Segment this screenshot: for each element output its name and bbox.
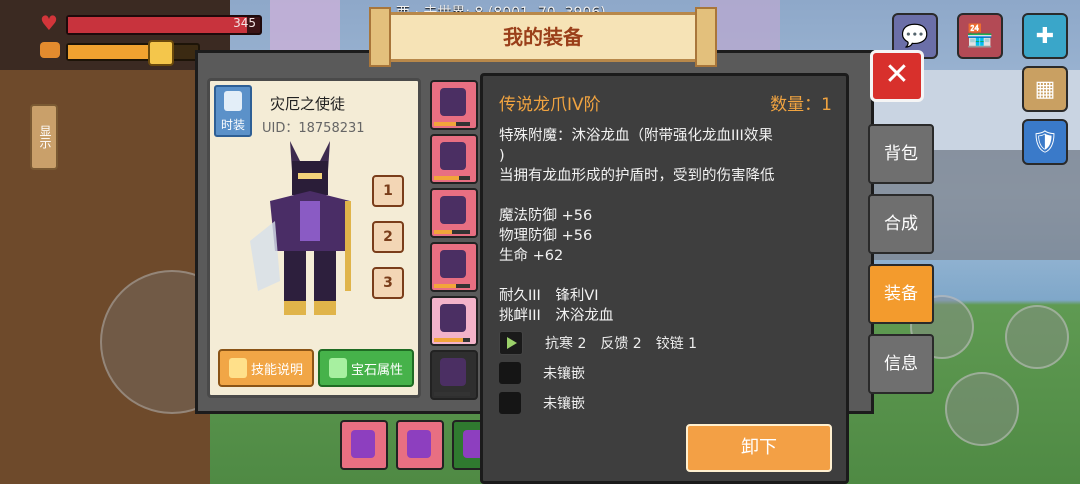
shop-button[interactable]: 🏪 — [957, 13, 1003, 59]
gem-socket-row: 抗寒 2 反馈 2 铰链 1 — [499, 330, 829, 356]
shirt-icon — [224, 91, 242, 111]
window-title-text: 我的装备 — [503, 25, 583, 49]
gem-icon — [328, 358, 347, 378]
jump-button[interactable] — [945, 372, 1019, 446]
item-detail-popup: 传说龙爪IV阶 数量：1 特殊附魔：沐浴龙血（附带强化龙血III效果) 当拥有龙血… — [480, 73, 849, 484]
gem-socket-filled-icon — [499, 331, 523, 355]
gem-attributes-label: 宝石属性 — [350, 362, 403, 378]
banner-right-cap — [695, 7, 717, 67]
description-line: 生命 +62 — [499, 248, 564, 264]
shop-icon: 🏪 — [966, 23, 994, 49]
skill-info-button[interactable]: 技能说明 — [218, 349, 314, 387]
description-line: ) — [499, 148, 505, 164]
leggings-icon — [440, 196, 466, 224]
description-line: 耐久III 锋利VI — [499, 288, 599, 304]
ring-icon — [440, 358, 466, 386]
level-badge-icon — [148, 40, 174, 66]
item-name: 传说龙爪IV阶 — [499, 95, 601, 115]
equipment-slot[interactable] — [430, 350, 478, 400]
equipment-slot[interactable] — [430, 188, 478, 238]
description-line: 挑衅III 沐浴龙血 — [499, 308, 614, 324]
tab-info[interactable]: 信息 — [868, 334, 934, 394]
item-quantity: 数量：1 — [770, 95, 832, 115]
blocks-button[interactable]: ▦ — [1022, 66, 1068, 112]
character-avatar — [250, 141, 351, 315]
equipment-slot[interactable] — [430, 80, 478, 130]
skill-info-label: 技能说明 — [250, 362, 303, 378]
sword-icon — [407, 430, 431, 458]
hunger-icon — [40, 42, 60, 58]
item-description: 特殊附魔：沐浴龙血（附带强化龙血III效果) 当拥有龙血形成的护盾时，受到的伤害降… — [499, 126, 833, 326]
outfit-slot-1[interactable]: 1 — [372, 175, 404, 207]
health-value: 345 — [233, 16, 256, 30]
equipment-slot[interactable] — [430, 134, 478, 184]
skill-icon — [228, 358, 247, 378]
description-line: 魔法防御 +56 — [499, 208, 593, 224]
durability-bar — [434, 338, 470, 342]
durability-bar — [434, 176, 470, 180]
character-name: 灾厄之使徒 — [270, 95, 346, 113]
quick-item-slot[interactable] — [340, 420, 388, 470]
unequip-button[interactable]: 卸下 — [686, 424, 832, 472]
health-bar: 345 — [66, 15, 262, 35]
chat-icon: 💬 — [901, 23, 929, 49]
shield-icon: 🛡 — [1031, 129, 1059, 155]
scroll-icon — [351, 430, 375, 458]
heart-icon: ♥ — [40, 11, 58, 35]
tab-crafting[interactable]: 合成 — [868, 194, 934, 254]
fire-action-button[interactable] — [1005, 305, 1069, 369]
close-icon: ✕ — [884, 57, 910, 92]
helmet-icon — [440, 88, 466, 116]
display-toggle[interactable]: 显示 — [30, 104, 58, 170]
outfit-label: 时装 — [220, 118, 245, 132]
gem-socket-text: 未镶嵌 — [543, 396, 585, 412]
quick-item-slot[interactable] — [396, 420, 444, 470]
dragon-claw-icon — [440, 304, 466, 332]
plus-icon: ✚ — [1035, 23, 1055, 49]
durability-bar — [434, 284, 470, 288]
equipment-slot[interactable] — [430, 242, 478, 292]
outfit-slot-3[interactable]: 3 — [372, 267, 404, 299]
outfit-button[interactable]: 时装 — [214, 85, 252, 137]
gem-socket-row: 未镶嵌 — [499, 360, 829, 386]
add-button[interactable]: ✚ — [1022, 13, 1068, 59]
tab-backpack[interactable]: 背包 — [868, 124, 934, 184]
gem-socket-row: 未镶嵌 — [499, 390, 829, 416]
banner-left-cap — [369, 7, 391, 67]
durability-bar — [434, 230, 470, 234]
gem-socket-empty-icon — [499, 362, 521, 384]
gem-attributes-button[interactable]: 宝石属性 — [318, 349, 414, 387]
boots-icon — [440, 250, 466, 278]
equipment-slot[interactable] — [430, 296, 478, 346]
tab-equipment[interactable]: 装备 — [868, 264, 934, 324]
description-line — [499, 186, 833, 206]
description-line: 当拥有龙血形成的护盾时，受到的伤害降低 — [499, 168, 775, 184]
window-title: 我的装备 — [369, 7, 717, 67]
hunger-bar — [66, 43, 200, 61]
outfit-slot-2[interactable]: 2 — [372, 221, 404, 253]
gem-socket-text: 抗寒 2 反馈 2 铰链 1 — [545, 336, 698, 352]
description-line — [499, 266, 833, 286]
character-card: 时装 灾厄之使徒 UID：18758231 1 2 3 技能说明 宝石属性 — [207, 78, 421, 398]
durability-bar — [434, 392, 470, 396]
durability-bar — [434, 122, 470, 126]
description-line: 特殊附魔：沐浴龙血（附带强化龙血III效果 — [499, 128, 773, 144]
gem-socket-text: 未镶嵌 — [543, 366, 585, 382]
gem-socket-empty-icon — [499, 392, 521, 414]
health-bar-fill — [68, 17, 247, 33]
description-line: 物理防御 +56 — [499, 228, 593, 244]
guild-button[interactable]: 🛡 — [1022, 119, 1068, 165]
cubes-icon: ▦ — [1034, 76, 1056, 102]
chestplate-icon — [440, 142, 466, 170]
close-button[interactable]: ✕ — [870, 50, 924, 102]
